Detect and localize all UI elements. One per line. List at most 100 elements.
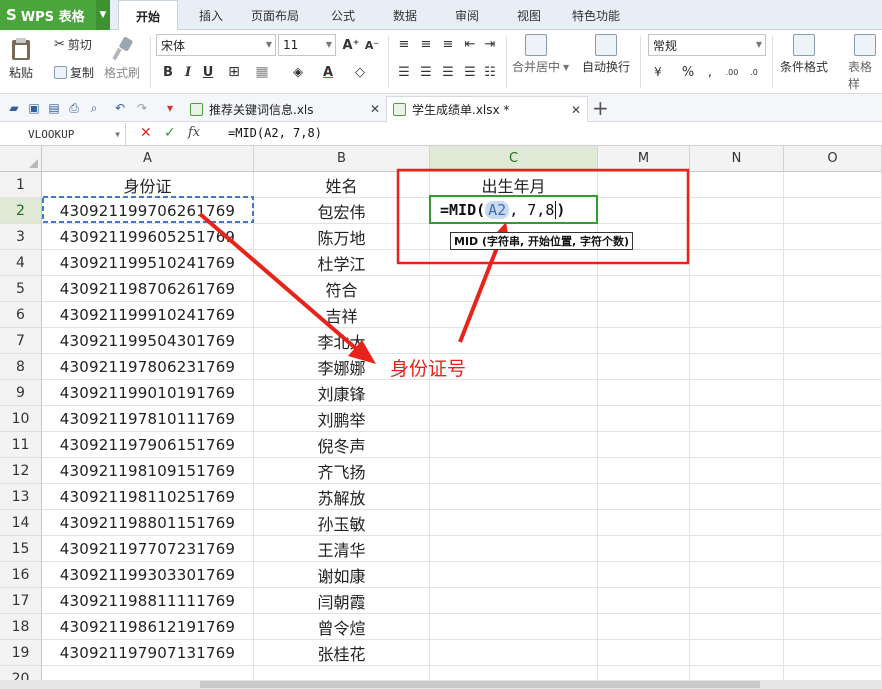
borders-icon[interactable]: ⊞ [226,64,242,80]
table-cell[interactable] [430,510,598,536]
align-center-icon[interactable]: ☰ [418,64,434,80]
table-cell[interactable] [690,458,784,484]
table-cell[interactable] [690,536,784,562]
table-cell[interactable] [784,172,882,198]
conditional-format-button[interactable]: 条件格式 [780,34,828,75]
decrease-font-icon[interactable]: A⁻ [364,37,380,53]
header-cell-name[interactable]: 姓名 [254,172,430,198]
table-cell[interactable] [784,562,882,588]
italic-icon[interactable]: I [180,64,196,80]
row-header[interactable]: 5 [0,276,42,302]
table-cell[interactable] [690,172,784,198]
table-cell[interactable] [690,302,784,328]
id-number-cell[interactable]: 430921198110251769 [42,484,254,510]
close-icon[interactable]: ✕ [571,103,581,117]
table-cell[interactable] [598,250,690,276]
currency-icon[interactable]: ¥ [650,64,666,80]
id-number-cell[interactable]: 430921199910241769 [42,302,254,328]
name-cell[interactable]: 张桂花 [254,640,430,666]
name-cell[interactable]: 吉祥 [254,302,430,328]
font-name-select[interactable]: 宋体 ▼ [156,34,276,56]
row-header[interactable]: 1 [0,172,42,198]
table-cell[interactable] [784,640,882,666]
cut-button[interactable]: ✂ 剪切 [54,36,92,53]
export-pdf-icon[interactable]: ▤ [46,100,62,116]
table-cell[interactable] [690,380,784,406]
name-cell[interactable]: 齐飞扬 [254,458,430,484]
row-header[interactable]: 10 [0,406,42,432]
table-cell[interactable] [598,172,690,198]
table-cell[interactable] [598,328,690,354]
name-cell[interactable]: 闫朝霞 [254,588,430,614]
tab-review[interactable]: 审阅 [442,0,492,30]
table-cell[interactable] [430,302,598,328]
comma-style-icon[interactable]: , [702,64,718,80]
indent-increase-icon[interactable]: ⇥ [482,36,498,52]
table-cell[interactable] [598,562,690,588]
align-bottom-icon[interactable]: ≡ [440,36,456,52]
row-header[interactable]: 18 [0,614,42,640]
id-number-cell[interactable]: 430921198612191769 [42,614,254,640]
table-cell[interactable] [784,224,882,250]
column-header-a[interactable]: A [42,146,254,172]
tab-data[interactable]: 数据 [380,0,430,30]
confirm-formula-icon[interactable]: ✓ [164,125,176,141]
row-header[interactable]: 4 [0,250,42,276]
table-cell[interactable] [598,510,690,536]
table-cell[interactable] [430,250,598,276]
table-cell[interactable] [690,588,784,614]
id-number-cell[interactable]: 430921197810111769 [42,406,254,432]
redo-icon[interactable]: ↷ [134,100,150,116]
column-header-b[interactable]: B [254,146,430,172]
id-number-cell[interactable]: 430921199303301769 [42,562,254,588]
row-header[interactable]: 9 [0,380,42,406]
name-cell[interactable]: 王清华 [254,536,430,562]
table-cell[interactable] [430,432,598,458]
select-all-corner[interactable] [0,146,42,172]
table-cell[interactable] [784,354,882,380]
number-format-select[interactable]: 常规 ▼ [648,34,766,56]
tab-page-layout[interactable]: 页面布局 [242,0,308,30]
fill-color-icon[interactable]: ◈ [290,64,306,80]
increase-decimal-icon[interactable]: .00 [724,64,740,80]
table-cell[interactable] [430,484,598,510]
table-cell[interactable] [430,406,598,432]
id-number-cell[interactable]: 430921199706261769 [42,198,254,224]
table-cell[interactable] [784,458,882,484]
table-cell[interactable] [784,588,882,614]
table-cell[interactable] [690,484,784,510]
column-header-c[interactable]: C [430,146,598,172]
table-cell[interactable] [690,250,784,276]
table-cell[interactable] [430,458,598,484]
table-cell[interactable] [598,380,690,406]
name-cell[interactable]: 苏解放 [254,484,430,510]
customize-toolbar-icon[interactable]: ▾ [162,100,178,116]
edit-cell-content[interactable]: =MID( A2 , 7,8 ) [440,198,565,222]
name-cell[interactable]: 符合 [254,276,430,302]
name-cell[interactable]: 倪冬声 [254,432,430,458]
column-header-o[interactable]: O [784,146,882,172]
align-left-icon[interactable]: ☰ [396,64,412,80]
name-cell[interactable]: 杜学江 [254,250,430,276]
table-cell[interactable] [598,536,690,562]
table-cell[interactable] [598,458,690,484]
row-header[interactable]: 8 [0,354,42,380]
percent-icon[interactable]: % [680,64,696,80]
row-header[interactable]: 13 [0,484,42,510]
row-header[interactable]: 3 [0,224,42,250]
name-cell[interactable]: 刘鹏举 [254,406,430,432]
table-cell[interactable] [784,510,882,536]
tab-formulas[interactable]: 公式 [318,0,368,30]
row-header[interactable]: 7 [0,328,42,354]
copy-button[interactable]: 复制 [54,64,94,81]
table-cell[interactable] [784,432,882,458]
table-cell[interactable] [430,328,598,354]
id-number-cell[interactable]: 430921197906151769 [42,432,254,458]
column-header-n[interactable]: N [690,146,784,172]
id-number-cell[interactable]: 430921198109151769 [42,458,254,484]
table-cell[interactable] [784,406,882,432]
table-cell[interactable] [690,328,784,354]
table-cell[interactable] [598,354,690,380]
row-header[interactable]: 12 [0,458,42,484]
name-cell[interactable]: 曾令煊 [254,614,430,640]
